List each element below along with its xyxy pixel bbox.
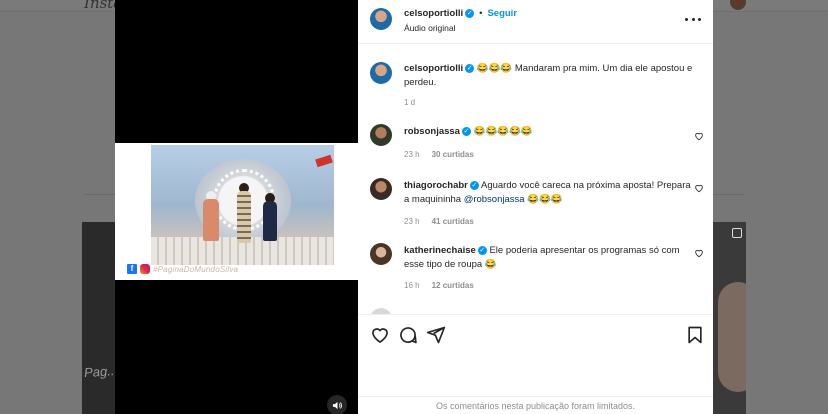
background-thumbnail-left: Pag... [82,222,116,414]
comment-meta: 23 h 30 curtidas [404,150,474,159]
post-side-panel: celsoportiolli ✓ • Seguir Áudio original… [358,0,713,414]
background-thumbnail-watermark: Pag... [83,362,116,381]
comment-body: katherinechaise ✓ Ele poderia apresentar … [404,244,694,272]
comment-item: thiagorochabr ✓ Aguardo você careca na pr… [358,178,713,230]
video-stage-image [151,145,334,265]
post-modal: f #PaginaDoMundoSilva celsoportiolli ✓ •… [115,0,713,414]
comment-text: 😂😂😂😂😂 [473,126,533,137]
caption-body: celsoportiolli ✓ 😂😂😂 Mandaram pra mim. Um… [404,62,694,90]
like-comment-icon[interactable] [694,183,704,193]
comment-icon[interactable] [398,325,418,345]
video-frame[interactable]: f #PaginaDoMundoSilva [115,143,358,280]
verified-badge-icon: ✓ [477,245,487,255]
comment-body: thiagorochabr ✓ Aguardo você careca na pr… [404,179,694,207]
author-line: celsoportiolli ✓ • Seguir [404,8,517,19]
comment-username[interactable]: robsonjassa [404,126,460,137]
comment-time[interactable]: 1 d [404,98,415,107]
author-avatar[interactable] [370,8,392,30]
separator-dot: • [479,8,483,19]
profile-avatar-icon [730,0,746,10]
comment-username[interactable]: katherinechaise [404,245,476,256]
multi-post-icon [732,228,742,238]
comment-text: 😂😂😂 [524,194,563,205]
like-comment-icon[interactable] [694,131,704,141]
share-icon[interactable] [426,325,446,345]
comment-avatar[interactable] [370,178,392,200]
video-watermark: f #PaginaDoMundoSilva [127,264,238,274]
comment-meta: 1 d [404,98,415,107]
comments-limited-notice: Os comentários nesta publicação foram li… [358,396,713,414]
comment-username[interactable]: thiagorochabr [404,180,468,191]
comment-time[interactable]: 23 h [404,150,420,159]
facebook-icon: f [127,264,137,274]
caption-avatar[interactable] [370,62,392,84]
person-left [203,199,219,241]
speaker-icon [332,401,342,409]
comment-item: katherinechaise ✓ Ele poderia apresentar … [358,243,713,295]
verified-badge-icon: ✓ [469,180,479,190]
comment-avatar[interactable] [370,243,392,265]
person-right [263,201,277,241]
more-options-icon[interactable] [685,12,701,26]
watermark-handle: #PaginaDoMundoSilva [153,264,239,274]
stage-flag [315,154,333,168]
save-icon[interactable] [685,325,705,345]
verified-badge-icon: ✓ [461,126,471,136]
person-center [237,191,251,243]
comment-avatar[interactable] [370,124,392,146]
comment-meta: 16 h 12 curtidas [404,281,474,290]
verified-badge-icon: ✓ [465,9,475,18]
author-username[interactable]: celsoportiolli [404,8,463,19]
comment-time[interactable]: 16 h [404,281,420,290]
instagram-icon [140,264,150,274]
comment-username[interactable]: celsoportiolli [404,63,463,74]
comment-time[interactable]: 23 h [404,217,420,226]
comments-list[interactable]: celsoportiolli ✓ 😂😂😂 Mandaram pra mim. Um… [358,44,713,314]
comment-meta: 23 h 41 curtidas [404,217,474,226]
post-header: celsoportiolli ✓ • Seguir Áudio original [358,0,713,44]
verified-badge-icon: ✓ [465,63,475,73]
comment-likes[interactable]: 41 curtidas [432,217,474,226]
background-thumbnail-right [712,222,746,414]
background-thumbnail-image [718,282,746,392]
follow-button[interactable]: Seguir [487,8,517,19]
audio-link[interactable]: Áudio original [404,23,456,33]
comment-item: robsonjassa ✓ 😂😂😂😂😂 23 h 30 curtidas [358,124,713,164]
audio-toggle-button[interactable] [327,395,347,414]
post-actions-bar [358,314,713,354]
comment-body: robsonjassa ✓ 😂😂😂😂😂 [404,125,694,139]
caption-item: celsoportiolli ✓ 😂😂😂 Mandaram pra mim. Um… [358,62,713,122]
comment-likes[interactable]: 12 curtidas [432,281,474,290]
comment-likes[interactable]: 30 curtidas [432,150,474,159]
comment-mention[interactable]: @robsonjassa [464,194,525,205]
post-media[interactable]: f #PaginaDoMundoSilva [115,0,358,414]
like-comment-icon[interactable] [694,248,704,258]
like-icon[interactable] [370,325,390,345]
